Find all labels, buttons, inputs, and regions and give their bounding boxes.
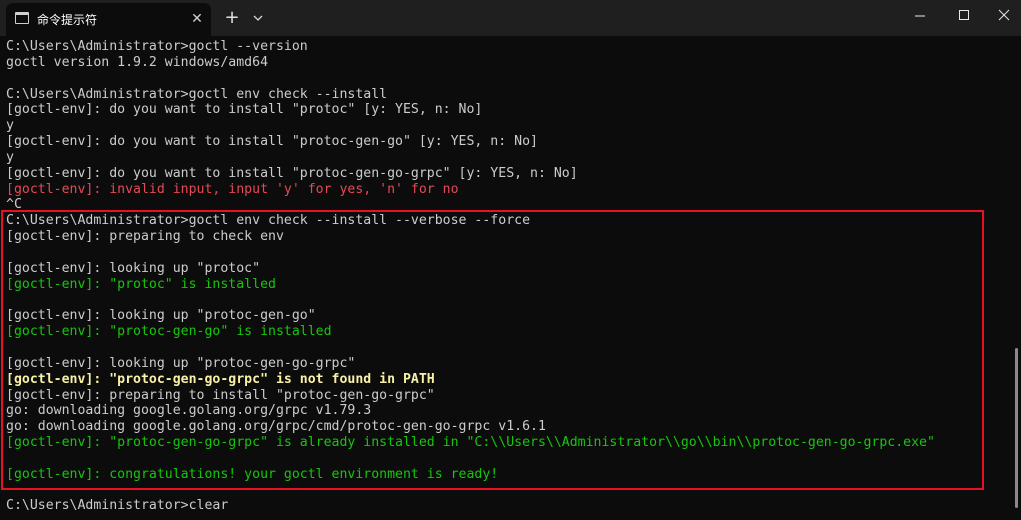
terminal-line: [goctl-env]: do you want to install "pro… (6, 165, 578, 181)
terminal-line: [goctl-env]: looking up "protoc-gen-go" (6, 308, 316, 324)
terminal-line: C:\Users\Administrator>goctl env check -… (6, 86, 388, 102)
terminal-line: [goctl-env]: "protoc-gen-go-grpc" is not… (6, 371, 435, 387)
terminal-line: [goctl-env]: preparing to check env (6, 229, 284, 245)
terminal-line: go: downloading google.golang.org/grpc v… (6, 403, 372, 419)
terminal-line: [goctl-env]: "protoc-gen-go" is installe… (6, 324, 332, 340)
terminal-line: [goctl-env]: preparing to install "proto… (6, 387, 435, 403)
tab-close-icon[interactable]: ✕ (188, 10, 206, 28)
terminal-line: go: downloading google.golang.org/grpc/c… (6, 419, 546, 435)
terminal-line: [goctl-env]: "protoc-gen-go-grpc" is alr… (6, 435, 935, 451)
new-tab-button[interactable]: + (220, 6, 244, 30)
tab-command-prompt[interactable]: 命令提示符 ✕ (6, 3, 211, 36)
close-icon[interactable] (984, 0, 1021, 32)
terminal-line: [goctl-env]: congratulations! your goctl… (6, 466, 499, 482)
terminal-line: [goctl-env]: looking up "protoc-gen-go-g… (6, 355, 356, 371)
tab-title: 命令提示符 (37, 13, 98, 27)
terminal-line: goctl version 1.9.2 windows/amd64 (6, 54, 269, 70)
terminal-line: ^C (6, 197, 22, 213)
terminal-line: [goctl-env]: do you want to install "pro… (6, 102, 483, 118)
minimize-icon[interactable] (900, 0, 940, 32)
terminal-line: [goctl-env]: "protoc" is installed (6, 276, 276, 292)
terminal-output[interactable]: C:\Users\Administrator>goctl --version go… (6, 39, 935, 514)
maximize-icon[interactable] (944, 0, 984, 32)
terminal-line: [goctl-env]: looking up "protoc" (6, 260, 261, 276)
terminal-line: C:\Users\Administrator>goctl env check -… (6, 213, 531, 229)
vertical-scrollbar[interactable] (1015, 348, 1018, 508)
terminal-icon (15, 12, 29, 24)
terminal-line: C:\Users\Administrator>goctl --version (6, 39, 308, 54)
terminal-line: y (6, 118, 14, 134)
terminal-line: [goctl-env]: do you want to install "pro… (6, 134, 538, 150)
chevron-down-icon[interactable] (248, 6, 268, 30)
title-bar: 命令提示符 ✕ + (0, 0, 1021, 36)
terminal-line: C:\Users\Administrator>clear (6, 498, 229, 514)
terminal-window: 命令提示符 ✕ + C:\Users\Administrator>goctl -… (0, 0, 1021, 520)
terminal-line: [goctl-env]: invalid input, input 'y' fo… (6, 181, 459, 197)
terminal-line: y (6, 149, 14, 165)
